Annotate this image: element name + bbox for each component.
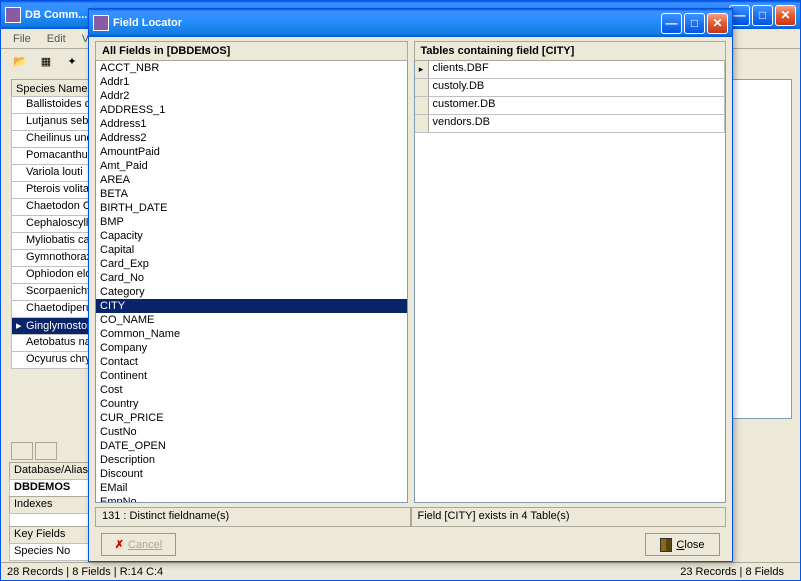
- field-item[interactable]: BIRTH_DATE: [96, 201, 407, 215]
- dialog-title: Field Locator: [113, 17, 182, 29]
- status-right: 23 Records | 8 Fields: [680, 566, 794, 578]
- field-item[interactable]: DATE_OPEN: [96, 439, 407, 453]
- field-item[interactable]: BETA: [96, 187, 407, 201]
- field-item[interactable]: Discount: [96, 467, 407, 481]
- dialog-maximize-button[interactable]: □: [684, 13, 705, 34]
- field-locator-dialog: Field Locator — □ ✕ All Fields in [DBDEM…: [88, 8, 733, 562]
- row-marker: [415, 115, 429, 132]
- field-item[interactable]: Card_Exp: [96, 257, 407, 271]
- tables-panel-header: Tables containing field [CITY]: [414, 41, 727, 61]
- row-marker: ▸: [415, 61, 429, 78]
- field-item[interactable]: CustNo: [96, 425, 407, 439]
- field-item[interactable]: Capital: [96, 243, 407, 257]
- main-title: DB Comm...: [25, 9, 87, 21]
- field-item[interactable]: AREA: [96, 173, 407, 187]
- door-icon: [660, 538, 672, 552]
- field-item[interactable]: BMP: [96, 215, 407, 229]
- open-icon[interactable]: 📂: [9, 51, 31, 71]
- row-marker: [415, 97, 429, 114]
- toggle-1[interactable]: [11, 442, 33, 460]
- field-item[interactable]: Address2: [96, 131, 407, 145]
- status-left: 28 Records | 8 Fields | R:14 C:4: [7, 566, 680, 578]
- field-item[interactable]: AmountPaid: [96, 145, 407, 159]
- field-item[interactable]: CUR_PRICE: [96, 411, 407, 425]
- field-item[interactable]: Amt_Paid: [96, 159, 407, 173]
- toggle-2[interactable]: [35, 442, 57, 460]
- field-item[interactable]: Card_No: [96, 271, 407, 285]
- tables-panel: Tables containing field [CITY] ▸clients.…: [414, 41, 727, 503]
- cancel-icon: ✗: [115, 538, 124, 551]
- field-item[interactable]: Category: [96, 285, 407, 299]
- field-item[interactable]: EmpNo: [96, 495, 407, 503]
- field-item[interactable]: Cost: [96, 383, 407, 397]
- status-exists: Field [CITY] exists in 4 Table(s): [411, 507, 727, 527]
- cancel-button: ✗ Cancel: [101, 533, 176, 556]
- dialog-titlebar[interactable]: Field Locator — □ ✕: [89, 9, 732, 37]
- grid-icon[interactable]: ▦: [35, 51, 57, 71]
- field-item[interactable]: Description: [96, 453, 407, 467]
- field-item[interactable]: ACCT_NBR: [96, 61, 407, 75]
- field-item[interactable]: ADDRESS_1: [96, 103, 407, 117]
- table-row[interactable]: ▸clients.DBF: [415, 61, 726, 79]
- field-item[interactable]: Company: [96, 341, 407, 355]
- dialog-statusbar: 131 : Distinct fieldname(s) Field [CITY]…: [95, 507, 726, 527]
- dialog-icon: [93, 15, 109, 31]
- maximize-button[interactable]: □: [752, 5, 773, 26]
- field-item[interactable]: Common_Name: [96, 327, 407, 341]
- field-item[interactable]: Addr2: [96, 89, 407, 103]
- table-row[interactable]: vendors.DB: [415, 115, 726, 133]
- close-dialog-button[interactable]: Close: [645, 533, 720, 556]
- right-grid-area: [732, 79, 792, 419]
- fields-panel-header: All Fields in [DBDEMOS]: [95, 41, 408, 61]
- field-item[interactable]: Continent: [96, 369, 407, 383]
- status-distinct: 131 : Distinct fieldname(s): [95, 507, 411, 527]
- menu-edit[interactable]: Edit: [39, 31, 74, 47]
- statusbar: 28 Records | 8 Fields | R:14 C:4 23 Reco…: [1, 562, 800, 580]
- menu-file[interactable]: File: [5, 31, 39, 47]
- close-button[interactable]: ✕: [775, 5, 796, 26]
- tool-icon[interactable]: ✦: [61, 51, 83, 71]
- tables-list[interactable]: ▸clients.DBFcustoly.DBcustomer.DBvendors…: [414, 61, 727, 503]
- fields-panel: All Fields in [DBDEMOS] ACCT_NBRAddr1Add…: [95, 41, 408, 503]
- fields-list[interactable]: ACCT_NBRAddr1Addr2ADDRESS_1Address1Addre…: [95, 61, 408, 503]
- dialog-close-button[interactable]: ✕: [707, 13, 728, 34]
- field-item[interactable]: CO_NAME: [96, 313, 407, 327]
- table-row[interactable]: custoly.DB: [415, 79, 726, 97]
- field-item[interactable]: Country: [96, 397, 407, 411]
- dialog-minimize-button[interactable]: —: [661, 13, 682, 34]
- field-item[interactable]: Capacity: [96, 229, 407, 243]
- app-icon: [5, 7, 21, 23]
- field-item[interactable]: Contact: [96, 355, 407, 369]
- table-row[interactable]: customer.DB: [415, 97, 726, 115]
- field-item[interactable]: EMail: [96, 481, 407, 495]
- field-item[interactable]: Addr1: [96, 75, 407, 89]
- field-item[interactable]: CITY: [96, 299, 407, 313]
- field-item[interactable]: Address1: [96, 117, 407, 131]
- row-marker: [415, 79, 429, 96]
